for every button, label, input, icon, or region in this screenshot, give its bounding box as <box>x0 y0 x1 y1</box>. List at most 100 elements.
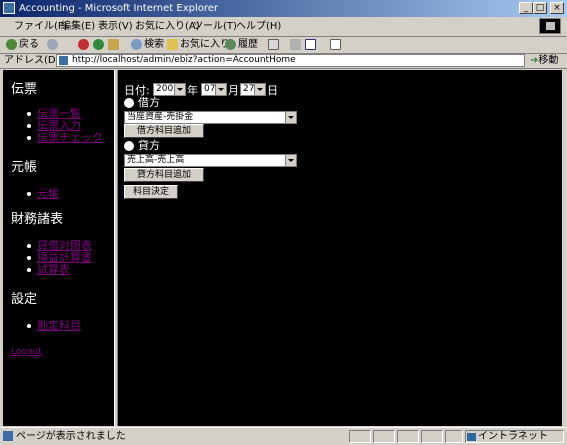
history-icon <box>225 38 236 50</box>
debit-radio[interactable] <box>124 98 134 108</box>
chevron-down-icon <box>285 155 296 166</box>
day-value: 27 <box>243 84 255 94</box>
page-icon <box>59 56 68 65</box>
print-icon <box>290 38 301 50</box>
page-done-icon <box>3 431 13 441</box>
status-panel <box>349 430 371 443</box>
section-heading-ledger: 元帳 <box>11 160 38 175</box>
credit-account-value: 売上高-売上高 <box>127 155 185 165</box>
stop-button[interactable] <box>78 38 91 52</box>
forward-button[interactable] <box>47 38 60 52</box>
go-button[interactable]: ➜移動 <box>530 54 558 67</box>
ie-throbber-logo <box>539 18 561 34</box>
home-icon <box>108 38 119 50</box>
favorites-button[interactable]: お気に入り <box>167 38 230 52</box>
status-panel <box>373 430 395 443</box>
discuss-button[interactable] <box>330 38 343 52</box>
chevron-down-icon <box>174 84 185 95</box>
window-title-bar[interactable]: Accounting - Microsoft Internet Explorer… <box>0 0 567 17</box>
search-label: 検索 <box>144 39 164 50</box>
status-panel <box>397 430 419 443</box>
address-url[interactable]: http://localhost/admin/ebiz?action=Accou… <box>72 55 296 66</box>
add-debit-account-button[interactable]: 借方科目追加 <box>124 124 204 138</box>
chevron-down-icon <box>254 84 265 95</box>
day-select[interactable]: 27 <box>240 83 266 96</box>
back-label: 戻る <box>19 39 39 50</box>
search-button[interactable]: 検索 <box>131 38 164 52</box>
menu-bar: ファイル(F) 編集(E) 表示(V) お気に入り(A) ツール(T) ヘルプ(… <box>0 17 567 37</box>
home-button[interactable] <box>108 38 121 52</box>
logout-link[interactable]: Logout <box>11 347 42 357</box>
mail-button[interactable] <box>268 38 281 52</box>
favorites-label: お気に入り <box>180 39 230 50</box>
debit-account-value: 当座資産-売掛金 <box>127 112 194 122</box>
minimize-button[interactable]: _ <box>519 2 533 14</box>
link-accounts[interactable]: 勘定科目 <box>37 320 81 332</box>
close-button[interactable]: × <box>550 2 564 14</box>
refresh-icon <box>93 38 104 50</box>
credit-radio[interactable] <box>124 141 134 151</box>
chevron-down-icon <box>215 84 226 95</box>
menu-tools[interactable]: ツール(T) <box>193 20 237 33</box>
bullet <box>27 268 31 272</box>
year-select[interactable]: 2003 <box>153 83 186 96</box>
add-credit-account-button[interactable]: 貸方科目追加 <box>124 168 204 182</box>
zone-text: イントラネット <box>478 431 548 442</box>
intranet-icon <box>467 433 476 441</box>
menu-favorites[interactable]: お気に入り(A) <box>135 20 200 33</box>
discuss-icon <box>330 38 341 50</box>
menu-edit[interactable]: 編集(E) <box>61 20 95 33</box>
section-heading-slips: 伝票 <box>11 82 38 97</box>
month-select[interactable]: 07 <box>201 83 227 96</box>
address-label: アドレス(D) <box>4 55 60 66</box>
print-button[interactable] <box>290 38 303 52</box>
menu-file[interactable]: ファイル(F) <box>14 20 68 33</box>
window-title: Accounting - Microsoft Internet Explorer <box>19 3 219 14</box>
confirm-accounts-button[interactable]: 科目決定 <box>124 185 178 199</box>
main-frame: 日付: 2003 年 07 月 27 日 借方 当座資産-売掛金 借方科目追加 … <box>118 70 562 426</box>
bullet <box>27 192 31 196</box>
edit-icon <box>305 38 316 50</box>
refresh-button[interactable] <box>93 38 106 52</box>
history-button[interactable]: 履歴 <box>225 38 258 52</box>
bullet <box>27 112 31 116</box>
back-button[interactable]: 戻る <box>6 38 39 52</box>
address-input[interactable]: http://localhost/admin/ebiz?action=Accou… <box>56 54 525 67</box>
mail-icon <box>268 38 279 50</box>
edit-button[interactable] <box>305 38 318 52</box>
forward-arrow-icon <box>47 38 58 50</box>
credit-label: 貸方 <box>138 139 160 152</box>
credit-account-select[interactable]: 売上高-売上高 <box>124 154 297 167</box>
maximize-button[interactable]: □ <box>533 2 547 14</box>
menu-view[interactable]: 表示(V) <box>98 20 133 33</box>
debit-label: 借方 <box>138 96 160 109</box>
toolbar: 戻る 検索 お気に入り 履歴 <box>0 37 567 54</box>
chevron-down-icon <box>285 112 296 123</box>
year-suffix: 年 <box>187 84 198 97</box>
bullet <box>27 244 31 248</box>
status-panel <box>445 430 463 443</box>
address-bar: アドレス(D) http://localhost/admin/ebiz?acti… <box>0 53 567 69</box>
ie-app-icon <box>3 2 15 14</box>
bullet <box>27 124 31 128</box>
section-heading-statements: 財務諸表 <box>11 212 64 227</box>
favorites-icon <box>167 38 178 50</box>
link-slip-check[interactable]: 伝票チェック <box>37 132 103 144</box>
section-heading-settings: 設定 <box>11 292 38 307</box>
day-suffix: 日 <box>267 84 278 97</box>
status-bar: ページが表示されました イントラネット <box>0 427 567 445</box>
month-value: 07 <box>204 84 216 94</box>
month-suffix: 月 <box>228 84 239 97</box>
stop-icon <box>78 38 89 50</box>
history-label: 履歴 <box>238 39 258 50</box>
status-text: ページが表示されました <box>16 431 126 442</box>
link-trial-balance[interactable]: 試算表 <box>37 264 70 276</box>
back-arrow-icon <box>6 38 17 50</box>
bullet <box>27 256 31 260</box>
link-ledger[interactable]: 元帳 <box>37 188 59 200</box>
search-icon <box>131 38 142 50</box>
go-label: 移動 <box>538 55 559 66</box>
debit-account-select[interactable]: 当座資産-売掛金 <box>124 111 297 124</box>
menu-help[interactable]: ヘルプ(H) <box>236 20 281 33</box>
status-panel <box>421 430 443 443</box>
